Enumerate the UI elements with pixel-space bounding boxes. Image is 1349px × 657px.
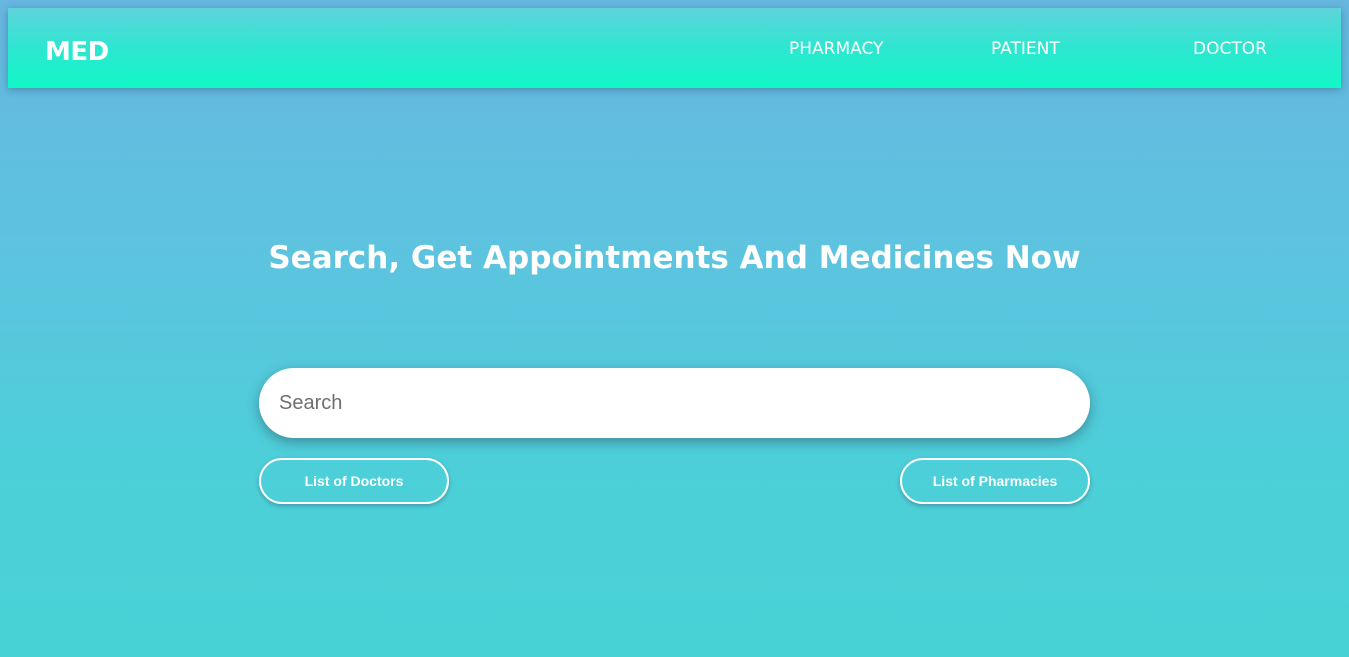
nav-link-pharmacy[interactable]: PHARMACY [789,38,883,60]
search-bar [259,368,1090,438]
top-navbar: MED PHARMACY PATIENT DOCTOR [8,8,1341,88]
brand-logo[interactable]: MED [45,36,109,68]
list-of-pharmacies-button[interactable]: List of Pharmacies [900,458,1090,504]
hero-title: Search, Get Appointments And Medicines N… [268,240,1081,276]
list-of-doctors-button[interactable]: List of Doctors [259,458,449,504]
nav-link-patient[interactable]: PATIENT [991,38,1060,60]
nav-link-doctor[interactable]: DOCTOR [1193,38,1267,60]
search-input[interactable] [279,368,1069,438]
